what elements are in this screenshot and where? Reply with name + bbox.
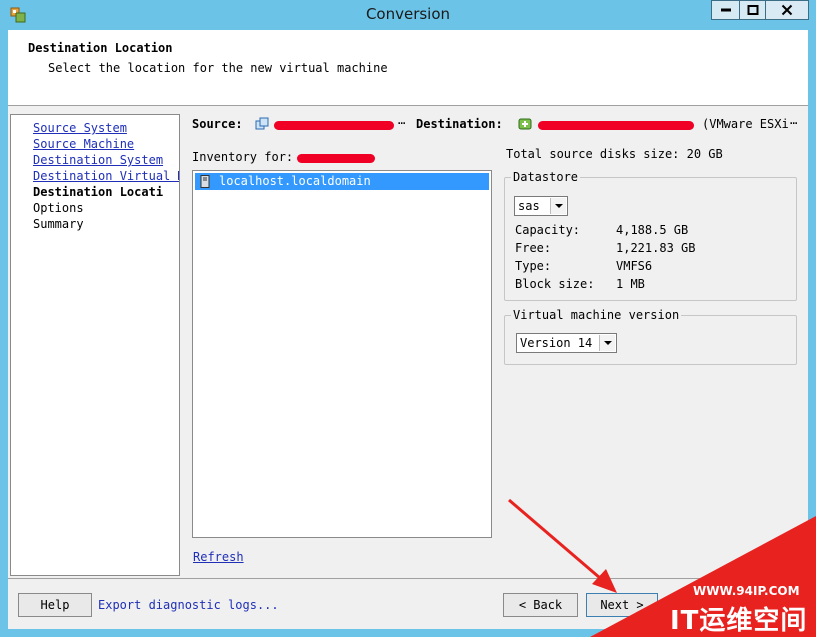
datastore-select[interactable]: sas <box>514 196 568 216</box>
redacted-destination-name <box>538 121 694 130</box>
type-label: Type: <box>515 259 552 273</box>
host-icon <box>200 175 210 193</box>
destination-overflow-ellipsis: ⋯ <box>790 116 798 130</box>
wizard-steps-panel: Source System Source Machine Destination… <box>10 114 180 576</box>
datastore-group: Datastore sas Capacity: 4,188.5 GB Free:… <box>504 170 797 301</box>
datastore-group-label: Datastore <box>511 170 581 184</box>
redacted-inventory-host <box>297 154 375 163</box>
destination-label: Destination: <box>416 117 503 131</box>
vm-version-selected-value: Version 14 <box>520 336 593 350</box>
step-destination-virtual-machine[interactable]: Destination Virtual M <box>33 168 179 184</box>
type-value: VMFS6 <box>616 259 653 273</box>
block-size-value: 1 MB <box>616 277 645 291</box>
chevron-down-icon[interactable] <box>550 198 566 214</box>
watermark-brand: IT运维空间 <box>670 606 808 636</box>
watermark-url: WWW.94IP.COM <box>693 584 800 598</box>
step-destination-system[interactable]: Destination System <box>33 152 163 168</box>
inventory-label: Inventory for: <box>192 150 294 164</box>
inventory-item-label: localhost.localdomain <box>219 174 371 188</box>
destination-host-type: (VMware ESXi <box>702 117 789 131</box>
step-source-machine[interactable]: Source Machine <box>33 136 134 152</box>
free-label: Free: <box>515 241 552 255</box>
back-button[interactable]: < Back <box>503 593 578 617</box>
title-bar[interactable]: Conversion <box>0 0 816 30</box>
source-label: Source: <box>192 117 243 131</box>
block-size-label: Block size: <box>515 277 595 291</box>
vm-version-group: Virtual machine version Version 14 <box>504 308 797 365</box>
page-subtitle: Select the location for the new virtual … <box>48 61 388 75</box>
step-summary: Summary <box>33 217 84 231</box>
capacity-value: 4,188.5 GB <box>616 223 689 237</box>
source-destination-bar: Source: ⋯ Destination: (VMware ESXi ⋯ <box>192 116 802 134</box>
step-source-system[interactable]: Source System <box>33 120 127 136</box>
vm-version-group-label: Virtual machine version <box>511 308 682 322</box>
conversion-window: Conversion Destination Location Select t… <box>0 0 816 637</box>
footer-divider <box>8 578 808 579</box>
total-disks-size: Total source disks size: 20 GB <box>506 147 723 161</box>
window-title: Conversion <box>365 5 451 23</box>
export-diagnostic-logs-link[interactable]: Export diagnostic logs... <box>98 598 279 612</box>
wizard-client-area: Destination Location Select the location… <box>8 30 808 629</box>
inventory-tree[interactable]: localhost.localdomain <box>192 170 492 538</box>
page-title: Destination Location <box>28 41 173 55</box>
capacity-label: Capacity: <box>515 223 581 237</box>
redacted-source-name <box>274 121 394 130</box>
wizard-header: Destination Location Select the location… <box>8 30 808 106</box>
refresh-link[interactable]: Refresh <box>193 550 244 564</box>
chevron-down-icon[interactable] <box>599 335 615 351</box>
minimize-button[interactable] <box>711 0 739 20</box>
close-button[interactable] <box>765 0 809 20</box>
free-value: 1,221.83 GB <box>616 241 696 255</box>
vm-version-select[interactable]: Version 14 <box>516 333 617 353</box>
step-destination-location: Destination Locati <box>33 185 164 199</box>
maximize-button[interactable] <box>739 0 765 20</box>
source-overflow-ellipsis: ⋯ <box>398 116 406 130</box>
datastore-selected-value: sas <box>518 199 540 213</box>
next-button[interactable]: Next > <box>586 593 658 617</box>
source-machine-icon <box>255 117 269 134</box>
esxi-host-icon <box>518 117 532 134</box>
step-options: Options <box>33 201 84 215</box>
help-button[interactable]: Help <box>18 593 92 617</box>
inventory-item-localhost[interactable]: localhost.localdomain <box>195 173 489 190</box>
